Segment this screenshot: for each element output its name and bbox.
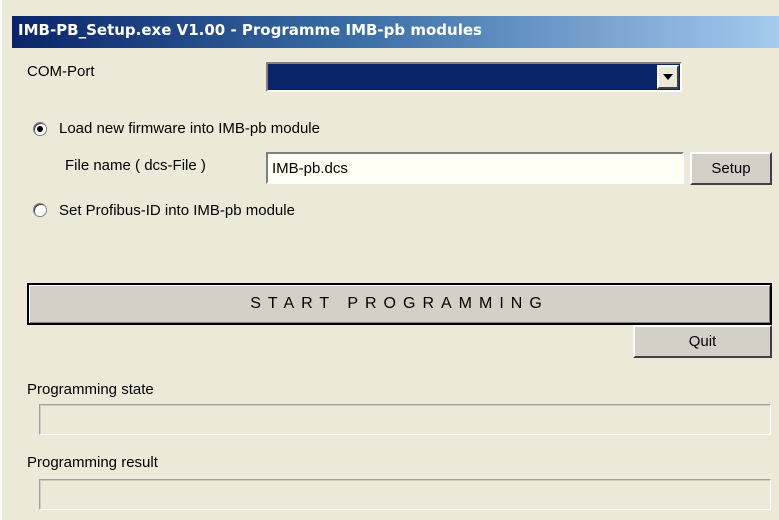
com-port-label: COM-Port [27,63,95,80]
app-window: IMB-PB_Setup.exe V1.00 - Programme IMB-p… [0,0,779,520]
profibus-radio[interactable] [33,203,47,217]
chevron-down-icon [663,74,673,80]
start-programming-button[interactable]: START PROGRAMMING [27,283,772,325]
quit-button[interactable]: Quit [633,325,772,358]
file-name-label: File name ( dcs-File ) [65,157,206,174]
radio-selected-dot [37,126,43,132]
firmware-option-label[interactable]: Load new firmware into IMB-pb module [59,120,320,137]
setup-button[interactable]: Setup [690,152,772,185]
com-port-dropdown-button[interactable] [657,65,679,89]
firmware-radio[interactable] [33,122,47,136]
title-bar[interactable]: IMB-PB_Setup.exe V1.00 - Programme IMB-p… [12,16,779,48]
window-title: IMB-PB_Setup.exe V1.00 - Programme IMB-p… [18,21,482,39]
programming-state-label: Programming state [27,381,154,398]
file-name-input[interactable]: IMB-pb.dcs [266,152,684,184]
com-port-select[interactable] [266,62,682,92]
programming-result-label: Programming result [27,454,158,471]
programming-state-field [39,404,771,435]
profibus-option-label[interactable]: Set Profibus-ID into IMB-pb module [59,202,295,219]
programming-result-field [39,479,771,510]
